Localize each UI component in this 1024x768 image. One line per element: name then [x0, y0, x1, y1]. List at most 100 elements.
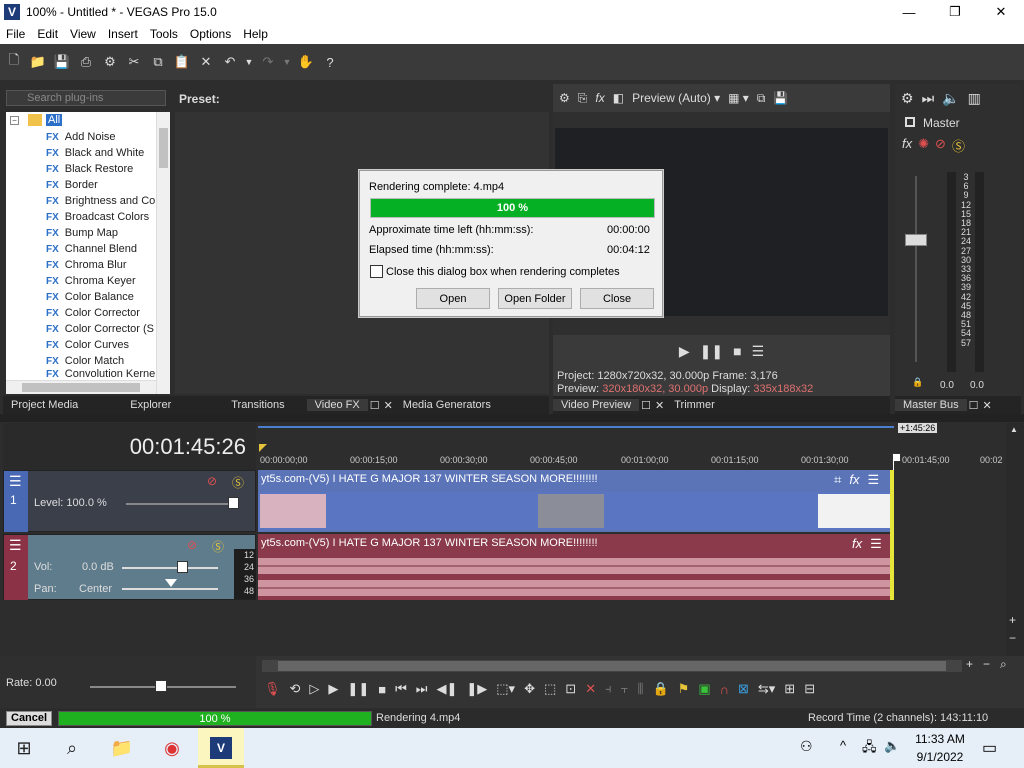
splitter[interactable] [0, 414, 1024, 422]
tab-close-icon[interactable]: ✕ [981, 399, 994, 412]
pan-slider-handle[interactable] [165, 579, 177, 587]
save-snapshot-icon[interactable]: 💾 [773, 91, 788, 105]
timeline-horizontal-scrollbar[interactable] [262, 660, 962, 672]
tab-options-icon[interactable]: ☐ [967, 399, 981, 412]
clip-fx-icon[interactable]: fx [849, 472, 859, 488]
menu-options[interactable]: Options [184, 27, 237, 41]
video-track-header[interactable]: ☰ 1 ⊘ Ⓢ Level: 100.0 % [3, 470, 256, 532]
vol-slider-handle[interactable] [177, 561, 188, 573]
tab-media-generators[interactable]: Media Generators [395, 399, 499, 411]
plugin-item[interactable]: FX Chroma Blur [46, 257, 156, 273]
zoom-search-icon[interactable]: ⌕ [1000, 657, 1007, 672]
volume-icon[interactable]: 🔈 [884, 738, 900, 754]
close-on-complete-checkbox[interactable] [370, 265, 383, 278]
timeline-vertical-scrollbar[interactable]: ▲ + − [1006, 423, 1024, 656]
clock[interactable]: 11:33 AM 9/1/2022 [915, 732, 965, 764]
copy-icon[interactable]: ⧉ [148, 52, 168, 72]
go-to-end-icon[interactable]: ⏭ [416, 681, 428, 697]
tab-master-bus[interactable]: Master Bus [895, 399, 967, 411]
play-from-start-icon[interactable]: ▷ [309, 681, 319, 697]
next-frame-icon[interactable]: ❚▶ [466, 681, 487, 697]
tab-video-fx[interactable]: Video FX [306, 399, 368, 411]
plugin-item[interactable]: FX Black Restore [46, 161, 156, 177]
show-hidden-icons-chevron[interactable]: ^ [840, 738, 846, 753]
open-folder-button[interactable]: Open Folder [498, 288, 572, 309]
render-as-icon[interactable]: ⎙ [76, 52, 96, 72]
search-icon[interactable]: ⌕ [48, 728, 96, 768]
tab-explorer[interactable]: Explorer [122, 399, 179, 411]
notification-center-icon[interactable]: ▭ [982, 738, 997, 758]
delete-icon[interactable]: ✕ [196, 52, 216, 72]
close-window-button[interactable]: ✕ [978, 0, 1024, 24]
video-clip[interactable]: yt5s.com-(V5) I HATE G MAJOR 137 WINTER … [258, 470, 894, 532]
plugin-item[interactable]: FX Color Corrector (S [46, 321, 156, 337]
ignore-grouping-icon[interactable]: ⊟ [804, 681, 815, 697]
auto-crossfade-icon[interactable]: ⊠ [738, 681, 749, 697]
plugin-item[interactable]: FX Color Curves [46, 337, 156, 353]
plugin-item[interactable]: FX Brightness and Co [46, 193, 156, 209]
tree-vertical-scrollbar[interactable] [156, 112, 170, 394]
selection-tool-icon[interactable]: ⬚ [544, 681, 556, 697]
plugin-item[interactable]: FX Convolution Kerne [46, 369, 156, 379]
open-folder-icon[interactable]: 📁 [28, 52, 48, 72]
redo-icon[interactable]: ↷ [258, 52, 278, 72]
auto-ripple-icon[interactable]: ⇆▾ [758, 681, 775, 697]
tab-transitions[interactable]: Transitions [223, 399, 292, 411]
tab-options-icon[interactable]: ☐ [639, 399, 653, 412]
menu-tools[interactable]: Tools [144, 27, 184, 41]
play-icon[interactable]: ▶ [679, 343, 690, 360]
cancel-render-button[interactable]: Cancel [6, 711, 53, 726]
restore-button[interactable]: ❐ [932, 0, 978, 24]
level-slider-handle[interactable] [228, 497, 239, 509]
solo-badge-icon[interactable]: Ⓢ [212, 538, 224, 555]
tab-close-icon[interactable]: ✕ [382, 399, 395, 412]
track-menu-icon[interactable]: ☰ [9, 537, 22, 554]
loop-region[interactable] [258, 426, 894, 428]
tree-horizontal-scrollbar[interactable] [6, 380, 156, 394]
collapse-icon[interactable]: − [10, 116, 19, 125]
clip-menu-icon[interactable]: ☰ [867, 472, 879, 488]
pause-icon[interactable]: ❚❚ [700, 343, 723, 360]
search-plugins-input[interactable]: Search plug-ins [6, 90, 166, 106]
plugin-item[interactable]: FX Bump Map [46, 225, 156, 241]
split-screen-icon[interactable]: ◧ [613, 91, 624, 105]
mixer-icon[interactable]: ▥ [968, 90, 981, 107]
undo-dropdown-icon[interactable]: ▼ [244, 52, 254, 72]
save-icon[interactable]: 💾 [52, 52, 72, 72]
hand-tool-icon[interactable]: ✋ [296, 52, 316, 72]
solo-badge-icon[interactable]: Ⓢ [952, 136, 965, 155]
video-fx-icon[interactable]: fx [595, 91, 604, 105]
tab-video-preview[interactable]: Video Preview [553, 399, 640, 411]
tab-close-icon[interactable]: ✕ [653, 399, 666, 412]
pan-crop-icon[interactable]: ⌗ [834, 472, 841, 488]
in-point-marker-icon[interactable] [259, 444, 267, 452]
plugin-item[interactable]: FX Color Corrector [46, 305, 156, 321]
go-to-start-icon[interactable]: ⏮ [395, 681, 407, 697]
preview-settings-gear-icon[interactable]: ⚙ [559, 91, 570, 105]
stop-icon[interactable]: ■ [733, 343, 741, 359]
network-icon[interactable]: 🖧 [862, 738, 877, 760]
zoom-out-icon[interactable]: − [983, 657, 990, 672]
trim-start-icon[interactable]: ⫞ [605, 681, 612, 697]
plugin-item[interactable]: FX Color Balance [46, 289, 156, 305]
plugin-item[interactable]: FX Chroma Keyer [46, 273, 156, 289]
mute-badge-icon[interactable]: ⊘ [207, 474, 217, 488]
menu-file[interactable]: File [0, 27, 31, 41]
mute-icon[interactable]: ⏭ [922, 90, 935, 107]
menu-insert[interactable]: Insert [102, 27, 144, 41]
plugin-item[interactable]: FX Add Noise [46, 129, 156, 145]
snapping-icon[interactable]: ∩ [720, 682, 729, 697]
close-button[interactable]: Close [580, 288, 654, 309]
file-explorer-icon[interactable]: 📁 [98, 728, 146, 768]
help-icon[interactable]: ? [320, 52, 340, 72]
audio-track-header[interactable]: ☰ 2 ⊘ Ⓢ Vol: 0.0 dB Pan: Center 12 24 36 48 [3, 534, 256, 600]
marker-icon[interactable]: ⚑ [678, 681, 690, 697]
plugin-item[interactable]: FX Border [46, 177, 156, 193]
play-icon[interactable]: ▶ [328, 681, 338, 697]
master-settings-icon[interactable]: ⚙ [901, 90, 914, 107]
menu-icon[interactable]: ☰ [752, 343, 765, 360]
normal-edit-tool-icon[interactable]: ⬚▾ [496, 681, 515, 697]
pause-icon[interactable]: ❚❚ [347, 681, 369, 697]
people-icon[interactable]: ⚇ [800, 738, 813, 755]
preview-quality-dropdown[interactable]: Preview (Auto) ▾ [632, 91, 720, 105]
